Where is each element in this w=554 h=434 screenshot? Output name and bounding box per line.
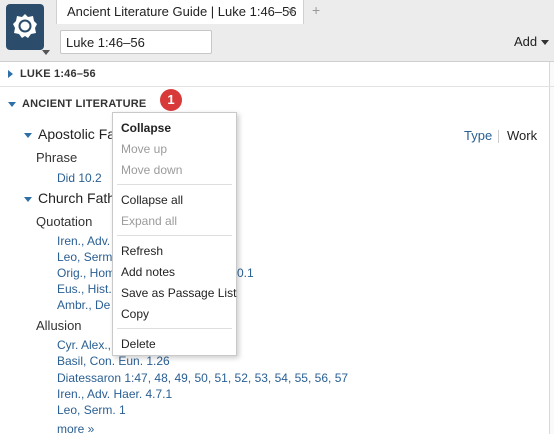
citation-link[interactable]: 54, bbox=[275, 371, 292, 385]
group-title: Church Fathe bbox=[38, 190, 123, 206]
menu-item-save-passage-list[interactable]: Save as Passage List bbox=[121, 286, 236, 300]
section-ancient-label: ANCIENT LITERATURE bbox=[22, 98, 147, 110]
new-tab-button[interactable]: + bbox=[312, 2, 320, 18]
menu-separator bbox=[117, 184, 232, 185]
menu-item-collapse-all[interactable]: Collapse all bbox=[121, 193, 183, 207]
menu-separator bbox=[117, 235, 232, 236]
citation-link[interactable]: Leo, Serm. bbox=[57, 250, 116, 264]
citation-link[interactable]: 55, bbox=[295, 371, 312, 385]
reference-input[interactable] bbox=[60, 30, 212, 54]
citation-link[interactable]: 50, bbox=[194, 371, 211, 385]
app-menu-button[interactable] bbox=[6, 4, 44, 50]
type-label-allusion: Allusion bbox=[36, 318, 82, 333]
citation-link[interactable]: Ambr., De bbox=[57, 298, 110, 312]
collapse-arrow-icon[interactable] bbox=[8, 101, 16, 107]
group-apostolic-fathers[interactable]: Apostolic Fat bbox=[24, 126, 119, 142]
chevron-down-icon bbox=[541, 40, 550, 46]
expand-arrow-icon[interactable] bbox=[8, 70, 13, 79]
top-toolbar: Ancient Literature Guide | Luke 1:46–56 … bbox=[0, 0, 554, 62]
citation-link[interactable]: Iren., Adv. Haer. 4.7.1 bbox=[57, 387, 172, 401]
menu-item-move-down: Move down bbox=[121, 163, 183, 177]
citation-link[interactable]: Eus., Hist. bbox=[57, 282, 112, 296]
citation-link[interactable]: 52, bbox=[235, 371, 252, 385]
citation-link[interactable]: Cyr. Alex., bbox=[57, 338, 111, 352]
citation-link[interactable]: Basil, Con. Eun. 1.26 bbox=[57, 354, 170, 368]
menu-item-copy[interactable]: Copy bbox=[121, 307, 149, 321]
collapse-arrow-icon[interactable] bbox=[24, 196, 32, 202]
menu-item-move-up: Move up bbox=[121, 142, 168, 156]
context-menu: Collapse Move up Move down Collapse all … bbox=[112, 112, 237, 356]
citation-link[interactable]: Did 10.2 bbox=[57, 171, 102, 185]
menu-separator bbox=[117, 328, 232, 329]
citation-link[interactable]: Iren., Adv. bbox=[57, 234, 110, 248]
divider bbox=[0, 86, 554, 87]
citation-link[interactable]: 57 bbox=[335, 371, 348, 385]
citation-link[interactable]: Orig., Hom bbox=[57, 266, 115, 280]
citation-link[interactable]: 56, bbox=[315, 371, 332, 385]
more-link[interactable]: more » bbox=[57, 422, 94, 434]
section-ancient-literature[interactable]: ANCIENT LITERATURE bbox=[8, 98, 146, 110]
scrollbar[interactable] bbox=[549, 62, 554, 434]
menu-item-collapse[interactable]: Collapse bbox=[121, 121, 171, 135]
add-button[interactable]: Add bbox=[514, 34, 550, 49]
toggle-type[interactable]: Type bbox=[464, 128, 492, 143]
tab-title: Ancient Literature Guide | Luke 1:46–56 bbox=[67, 4, 297, 19]
type-label-quotation: Quotation bbox=[36, 214, 93, 229]
close-icon[interactable]: × bbox=[287, 3, 295, 18]
group-title: Apostolic Fat bbox=[38, 126, 119, 142]
citation-link[interactable]: Diatessaron 1:47, bbox=[57, 371, 151, 385]
menu-item-expand-all: Expand all bbox=[121, 214, 178, 228]
chevron-down-icon[interactable] bbox=[42, 50, 50, 55]
collapse-arrow-icon[interactable] bbox=[24, 132, 32, 138]
citation-link[interactable]: 51, bbox=[215, 371, 232, 385]
menu-item-add-notes[interactable]: Add notes bbox=[121, 265, 175, 279]
menu-item-refresh[interactable]: Refresh bbox=[121, 244, 163, 258]
divider bbox=[498, 130, 499, 143]
section-luke-label: LUKE 1:46–56 bbox=[20, 68, 96, 80]
citation-link[interactable]: 49, bbox=[174, 371, 191, 385]
menu-item-delete[interactable]: Delete bbox=[121, 337, 156, 351]
group-church-fathers[interactable]: Church Fathe bbox=[24, 190, 123, 206]
step-badge: 1 bbox=[160, 89, 182, 111]
diatessaron-citations: Diatessaron 1:47, 48, 49, 50, 51, 52, 53… bbox=[57, 371, 348, 385]
toggle-work[interactable]: Work bbox=[507, 128, 537, 143]
citation-link[interactable]: Leo, Serm. 1 bbox=[57, 403, 126, 417]
tab-ancient-literature-guide[interactable]: Ancient Literature Guide | Luke 1:46–56 … bbox=[56, 0, 304, 24]
gear-icon bbox=[13, 14, 37, 38]
citation-link-suffix[interactable]: 0.1 bbox=[237, 266, 254, 280]
section-luke[interactable]: LUKE 1:46–56 bbox=[8, 68, 96, 80]
citation-link[interactable]: 53, bbox=[255, 371, 272, 385]
citation-link[interactable]: 48, bbox=[154, 371, 171, 385]
type-label-phrase: Phrase bbox=[36, 150, 78, 165]
add-button-label: Add bbox=[514, 34, 538, 49]
